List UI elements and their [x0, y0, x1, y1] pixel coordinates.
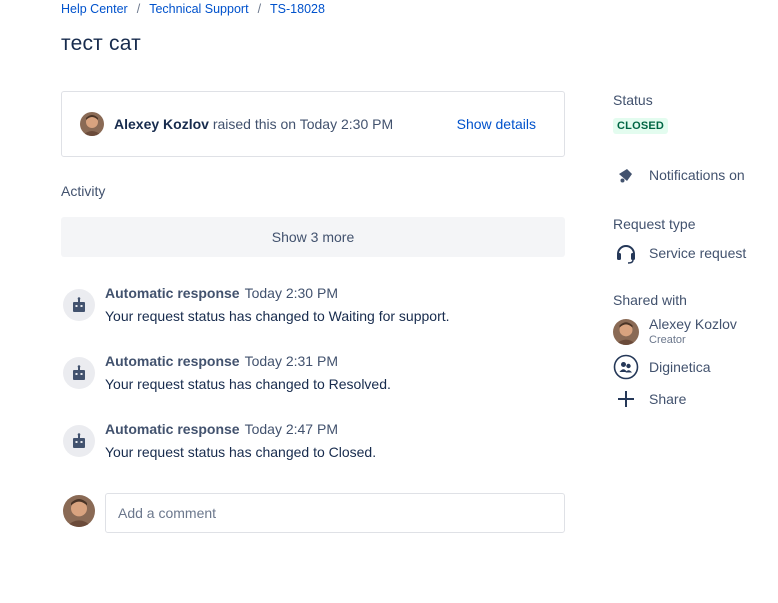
shared-with-label: Shared with	[613, 292, 687, 308]
avatar	[63, 495, 95, 527]
bot-icon	[63, 425, 95, 457]
breadcrumb-separator: /	[257, 2, 262, 16]
breadcrumb-technical-support[interactable]: Technical Support	[149, 2, 248, 16]
share-label: Share	[649, 391, 687, 407]
plus-icon	[613, 386, 639, 412]
share-button[interactable]: Share	[613, 386, 686, 412]
activity-time: Today 2:30 PM	[244, 285, 338, 301]
activity-time: Today 2:47 PM	[244, 421, 338, 437]
show-details-link[interactable]: Show details	[457, 116, 536, 132]
megaphone-icon	[613, 162, 639, 188]
shared-organization: Diginetica	[613, 354, 710, 380]
raised-on-text: raised this on Today 2:30 PM	[212, 116, 394, 132]
activity-message: Your request status has changed to Waiti…	[105, 308, 450, 324]
activity-message: Your request status has changed to Close…	[105, 444, 377, 460]
request-type-value: Service request	[649, 245, 747, 261]
request-summary-panel: Alexey Kozlov raised this on Today 2:30 …	[61, 91, 565, 157]
bot-icon	[63, 289, 95, 321]
activity-author: Automatic response	[105, 285, 240, 301]
comment-input[interactable]	[105, 493, 565, 533]
breadcrumb-separator: /	[136, 2, 141, 16]
reporter-name: Alexey Kozlov	[114, 116, 209, 132]
raised-by-text: Alexey Kozlov raised this on Today 2:30 …	[114, 116, 393, 132]
notifications-toggle[interactable]: Notifications on	[613, 162, 745, 188]
activity-item: Automatic response Today 2:31 PM Your req…	[61, 353, 565, 403]
status-badge: CLOSED	[613, 118, 669, 134]
page-title: тест сат	[61, 32, 141, 55]
activity-author: Automatic response	[105, 353, 240, 369]
shared-person-name: Alexey Kozlov	[649, 316, 737, 332]
shared-person-role: Creator	[649, 334, 686, 346]
activity-item: Automatic response Today 2:30 PM Your req…	[61, 285, 565, 335]
organization-icon	[613, 354, 639, 380]
organization-name: Diginetica	[649, 359, 711, 375]
activity-author: Automatic response	[105, 421, 240, 437]
activity-item: Automatic response Today 2:47 PM Your req…	[61, 421, 565, 471]
breadcrumb-ticket-id[interactable]: TS-18028	[270, 2, 325, 16]
bot-icon	[63, 357, 95, 389]
activity-time: Today 2:31 PM	[244, 353, 338, 369]
breadcrumb-help-center[interactable]: Help Center	[61, 2, 128, 16]
avatar	[613, 319, 639, 345]
request-type-label: Request type	[613, 216, 696, 232]
show-more-button[interactable]: Show 3 more	[61, 217, 565, 257]
headset-icon	[613, 240, 639, 266]
breadcrumb: Help Center / Technical Support / TS-180…	[61, 2, 325, 16]
status-label: Status	[613, 92, 653, 108]
avatar	[80, 112, 104, 136]
shared-person: Alexey Kozlov Creator	[613, 316, 737, 346]
activity-message: Your request status has changed to Resol…	[105, 376, 391, 392]
activity-heading: Activity	[61, 183, 106, 199]
request-type-value-row: Service request	[613, 240, 746, 266]
notifications-label: Notifications on	[649, 167, 745, 183]
